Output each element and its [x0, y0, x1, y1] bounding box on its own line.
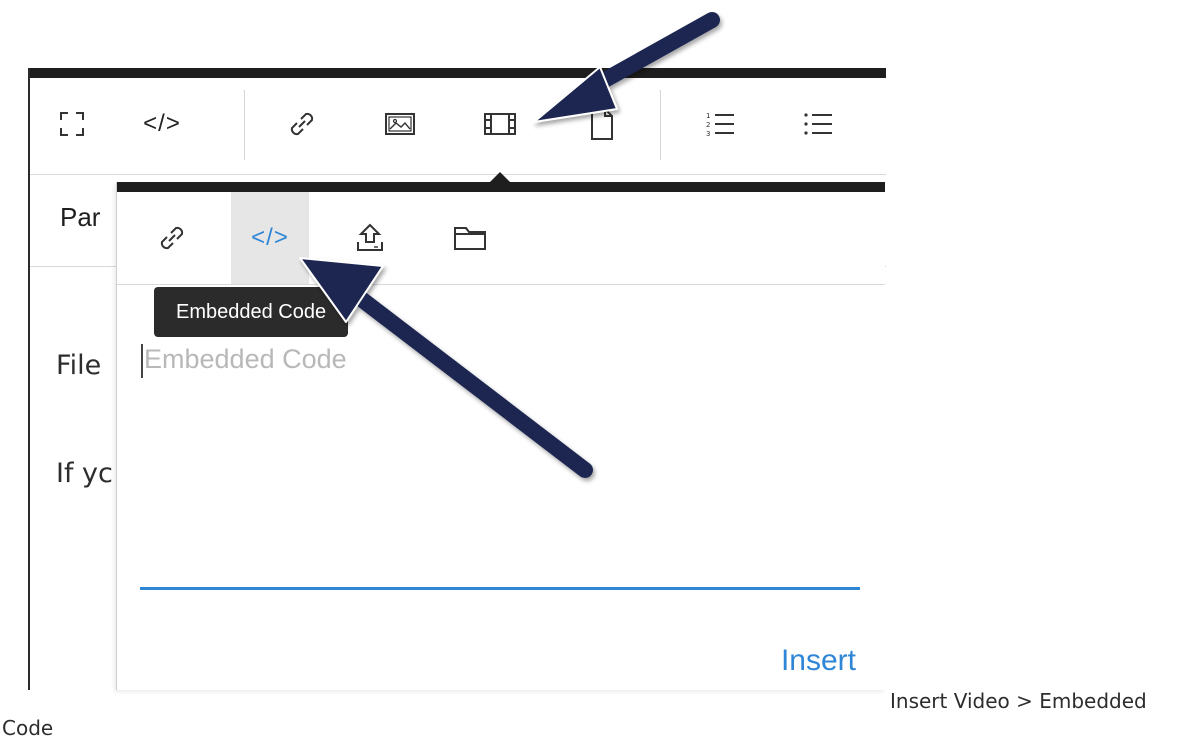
embedded-code-input[interactable]	[140, 340, 860, 590]
fullscreen-icon	[60, 112, 84, 136]
tab-embedded-code[interactable]: </>	[231, 192, 309, 284]
folder-icon	[454, 227, 486, 250]
editor-toolbar: </> 1 2 3	[30, 78, 886, 175]
tab-link[interactable]	[133, 192, 211, 284]
toolbar-separator	[660, 90, 661, 160]
popup-top-bar	[117, 182, 885, 192]
html-editor-button[interactable]: </>	[138, 96, 186, 152]
film-icon	[484, 113, 516, 135]
unordered-list-button[interactable]	[794, 96, 842, 152]
link-icon	[290, 112, 314, 136]
code-icon: </>	[143, 110, 181, 137]
screenshot-canvas: </> 1 2 3 Par File If yc </> Embedded Co…	[0, 0, 1182, 748]
caption-text: Insert Video > Embedded	[890, 689, 1147, 713]
link-icon	[160, 226, 184, 250]
fullscreen-button[interactable]	[48, 96, 96, 152]
image-icon	[385, 113, 415, 135]
svg-text:2: 2	[706, 121, 710, 129]
content-text-line: If yc	[56, 458, 113, 489]
svg-text:1: 1	[706, 112, 710, 120]
ordered-list-button[interactable]: 1 2 3	[696, 96, 744, 152]
ordered-list-icon: 1 2 3	[706, 112, 734, 138]
insert-button[interactable]: Insert	[726, 636, 856, 686]
paragraph-format-select[interactable]: Par	[60, 202, 100, 233]
link-button[interactable]	[278, 96, 326, 152]
document-button[interactable]	[578, 96, 626, 152]
media-button[interactable]	[476, 96, 524, 152]
upload-icon	[357, 223, 383, 251]
toolbar-separator	[244, 90, 245, 160]
svg-text:3: 3	[706, 130, 710, 138]
unordered-list-icon	[804, 113, 832, 135]
document-icon	[591, 108, 613, 140]
tab-upload[interactable]	[331, 192, 409, 284]
content-text-line: File	[56, 350, 102, 381]
caption-text: Code	[2, 716, 54, 740]
popup-tab-bar: </>	[117, 192, 885, 285]
code-icon: </>	[251, 224, 289, 251]
tab-folder[interactable]	[431, 192, 509, 284]
tooltip: Embedded Code	[154, 287, 349, 337]
image-button[interactable]	[376, 96, 424, 152]
editor-top-bar	[30, 68, 886, 78]
text-cursor	[141, 344, 143, 378]
